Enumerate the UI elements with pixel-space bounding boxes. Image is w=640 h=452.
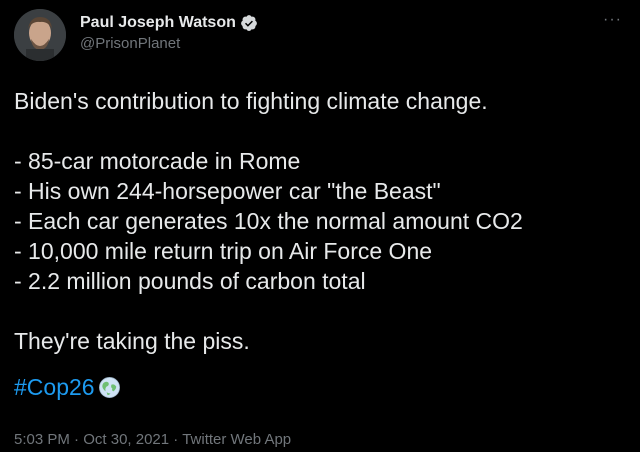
tweet-header: Paul Joseph Watson @PrisonPlanet ··· [14, 9, 626, 65]
avatar-image [14, 9, 66, 61]
tweet-date[interactable]: Oct 30, 2021 [83, 431, 169, 448]
meta-separator: · [169, 431, 183, 448]
author-handle[interactable]: @PrisonPlanet [80, 35, 258, 52]
hashtag-link[interactable]: #Cop26 [14, 372, 95, 402]
tweet-meta: 5:03 PM · Oct 30, 2021 · Twitter Web App [14, 431, 291, 448]
tweet-bullet-line: - His own 244-horsepower car "the Beast" [14, 178, 441, 204]
tweet-bullet-line: - 2.2 million pounds of carbon total [14, 268, 366, 294]
tweet-closing-line: They're taking the piss. [14, 328, 250, 354]
tweet-text: Biden's contribution to fighting climate… [14, 86, 626, 402]
meta-separator: · [69, 431, 84, 448]
tweet-bullet-line: - 85-car motorcade in Rome [14, 148, 301, 174]
tweet-bullet-line: - Each car generates 10x the normal amou… [14, 208, 523, 234]
author-names: Paul Joseph Watson @PrisonPlanet [80, 14, 258, 52]
avatar[interactable] [14, 9, 66, 61]
tweet-time[interactable]: 5:03 PM [14, 431, 70, 448]
tweet-bullet-line: - 10,000 mile return trip on Air Force O… [14, 238, 433, 264]
globe-emoji-icon [98, 376, 120, 398]
author-display-name[interactable]: Paul Joseph Watson [80, 14, 236, 32]
tweet-lead-line: Biden's contribution to fighting climate… [14, 88, 488, 114]
hashtag-row: #Cop26 [14, 372, 626, 402]
author-display-row: Paul Joseph Watson [80, 14, 258, 32]
tweet-source[interactable]: Twitter Web App [182, 431, 291, 448]
verified-badge-icon [240, 15, 257, 31]
more-options-icon[interactable]: ··· [603, 11, 622, 29]
